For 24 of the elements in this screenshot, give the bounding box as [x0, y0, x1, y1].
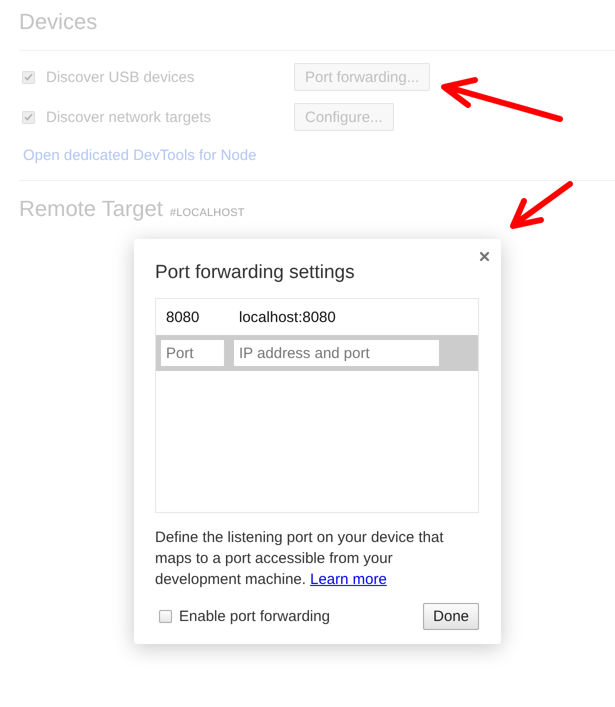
checkbox-label: Enable port forwarding [179, 608, 330, 625]
port-input[interactable]: Port [161, 340, 224, 366]
address-cell: localhost:8080 [239, 308, 336, 326]
description-text: Define the listening port on your device that maps to a port accessible from your development machine. Learn more [155, 528, 445, 590]
address-input[interactable]: IP address and port [234, 340, 439, 366]
check-icon [24, 113, 33, 121]
close-icon [480, 252, 489, 261]
option-label: Discover USB devices [46, 68, 196, 86]
checkbox[interactable] [159, 610, 172, 623]
learn-more-link[interactable]: Learn more [310, 571, 387, 588]
port-cell-text: 8080 [166, 308, 200, 326]
dialog-title: Port forwarding settings [155, 261, 355, 285]
option-button[interactable]: Configure... [294, 103, 394, 131]
checkbox[interactable] [22, 70, 35, 84]
devtools-link[interactable]: Open dedicated DevTools for Node [23, 146, 256, 166]
done-button[interactable]: Done [423, 603, 479, 630]
close-button[interactable] [478, 250, 491, 263]
option-label: Discover network targets [46, 108, 212, 126]
target-tag: #LOCALHOST [170, 207, 245, 219]
option-button[interactable]: Port forwarding... [294, 63, 430, 91]
section-title: Remote Target [19, 195, 163, 223]
check-icon [24, 73, 33, 81]
section-title: Devices [19, 8, 98, 36]
checkbox[interactable] [22, 110, 35, 124]
